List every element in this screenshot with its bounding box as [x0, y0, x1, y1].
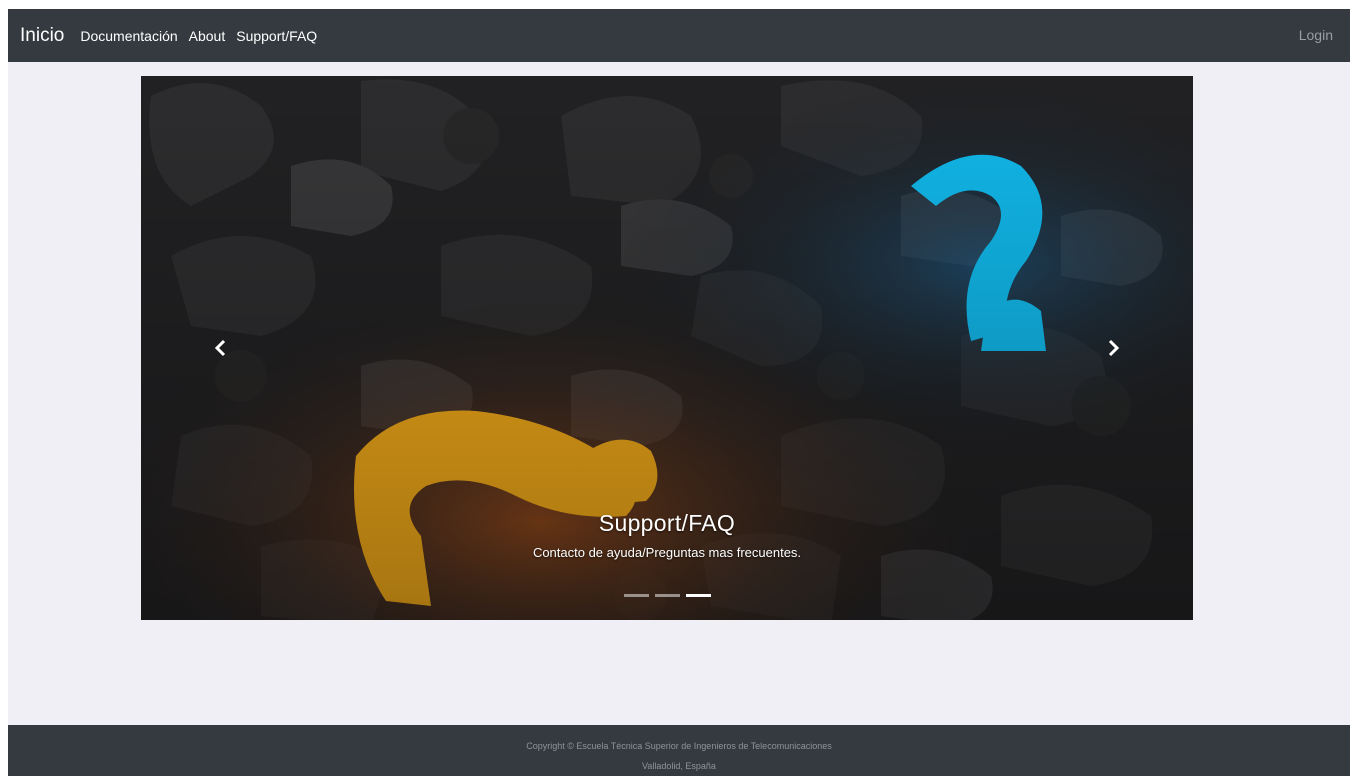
- carousel-caption: Support/FAQ Contacto de ayuda/Preguntas …: [141, 510, 1193, 560]
- slide-caption-text: Contacto de ayuda/Preguntas mas frecuent…: [532, 545, 802, 560]
- carousel-indicator-1[interactable]: [623, 594, 649, 597]
- nav-link-documentacion[interactable]: Documentación: [80, 28, 177, 44]
- top-navbar: Inicio Documentación About Support/FAQ L…: [8, 9, 1350, 62]
- nav-link-support-faq[interactable]: Support/FAQ: [236, 28, 317, 44]
- carousel-indicator-2[interactable]: [654, 594, 680, 597]
- footer-location: Valladolid, España: [642, 761, 716, 771]
- nav-link-about[interactable]: About: [189, 28, 226, 44]
- hero-carousel: Support/FAQ Contacto de ayuda/Preguntas …: [141, 76, 1193, 620]
- chevron-right-icon: [1108, 339, 1120, 357]
- page-frame: Inicio Documentación About Support/FAQ L…: [8, 9, 1350, 776]
- slide-title: Support/FAQ: [598, 510, 736, 536]
- carousel-indicators: [141, 594, 1193, 597]
- footer-copyright: Copyright © Escuela Técnica Superior de …: [526, 741, 832, 751]
- login-link[interactable]: Login: [1299, 9, 1333, 62]
- chevron-left-icon: [214, 339, 226, 357]
- carousel-indicator-3[interactable]: [685, 594, 711, 597]
- nav-links: Documentación About Support/FAQ: [80, 28, 328, 44]
- nav-brand-inicio[interactable]: Inicio: [20, 25, 64, 47]
- page-footer: Copyright © Escuela Técnica Superior de …: [8, 725, 1350, 776]
